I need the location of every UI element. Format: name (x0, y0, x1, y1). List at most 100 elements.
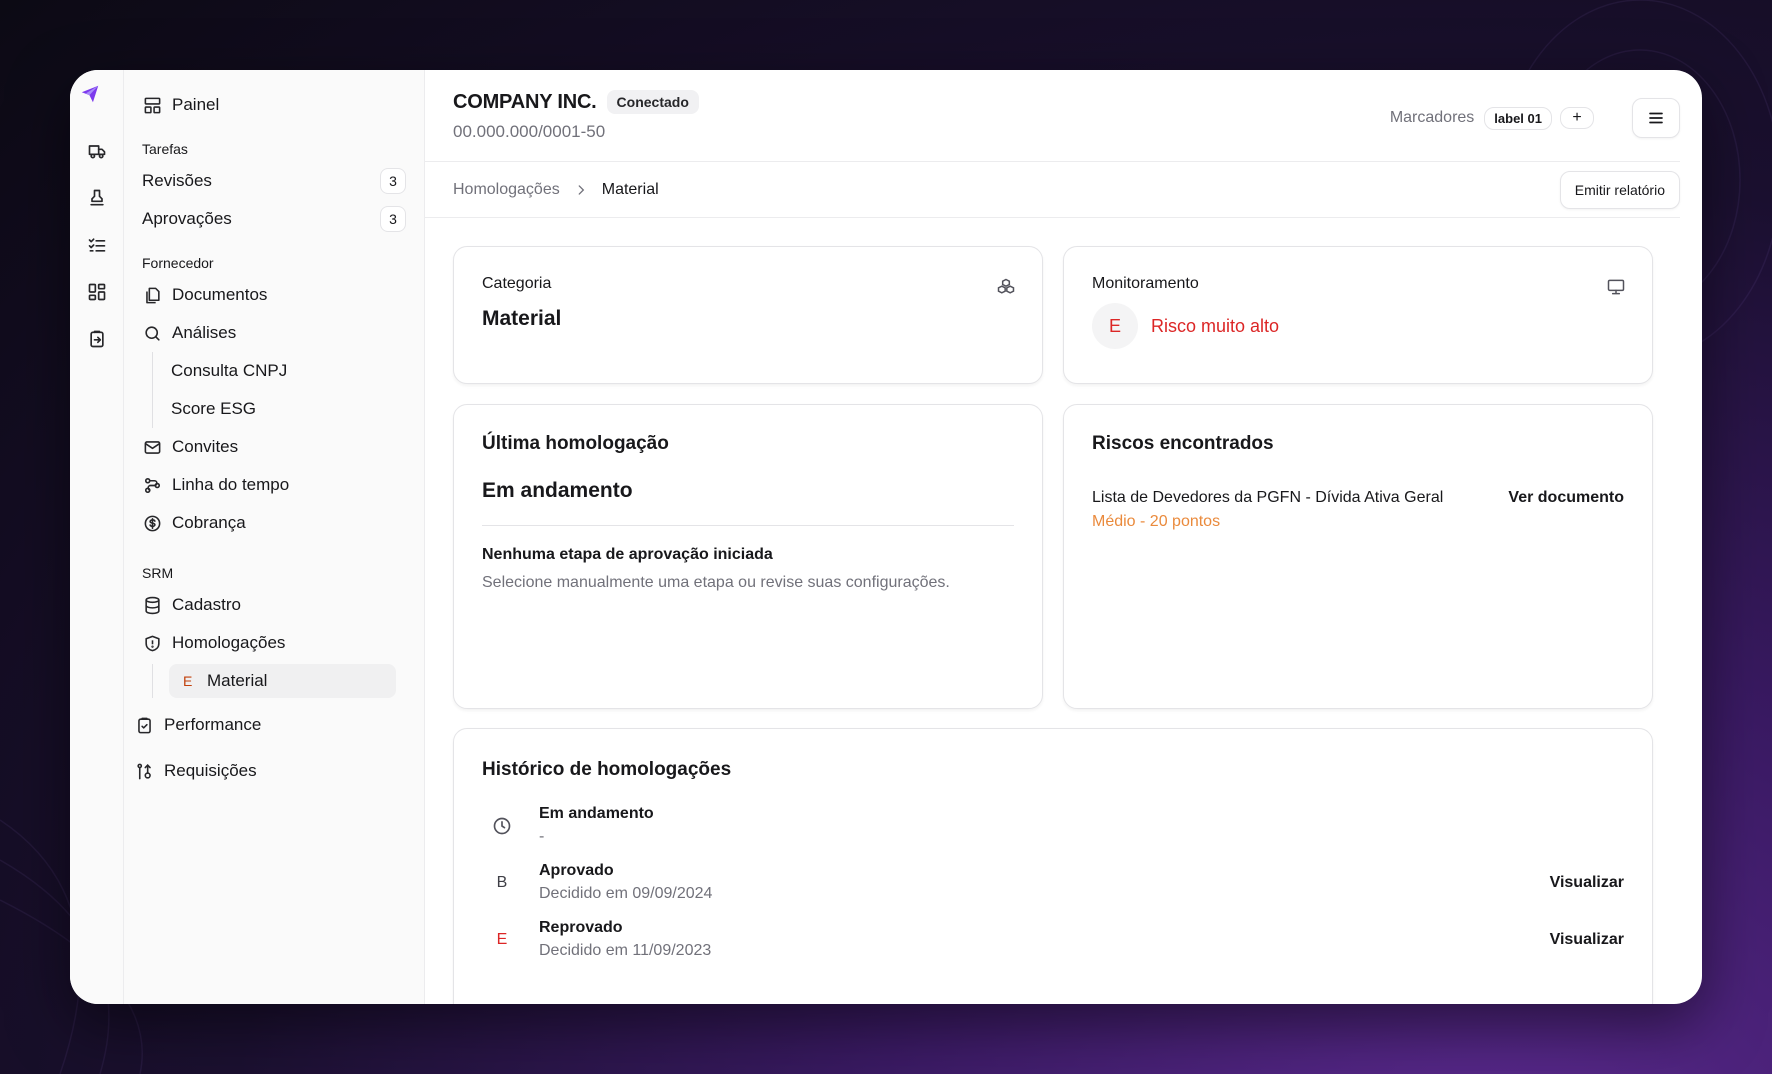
nav-consulta-cnpj[interactable]: Consulta CNPJ (171, 352, 406, 390)
revisoes-count-badge: 3 (380, 168, 406, 194)
search-icon (142, 323, 162, 343)
blocks-icon (996, 277, 1016, 302)
clock-icon (482, 816, 522, 836)
nav-painel[interactable]: Painel (142, 86, 406, 124)
risk-level-text: Risco muito alto (1151, 315, 1280, 336)
nav-requisicoes-label: Requisições (164, 761, 257, 780)
homologacoes-subgroup: E Material (152, 664, 406, 698)
mail-icon (142, 437, 162, 457)
nav-performance[interactable]: Performance (134, 702, 406, 748)
category-label: Categoria (482, 275, 552, 292)
menu-icon (1649, 112, 1663, 124)
nav-aprovacoes-label: Aprovações (142, 209, 232, 228)
nav-aprovacoes[interactable]: Aprovações 3 (142, 200, 406, 238)
view-button[interactable]: Visualizar (1550, 931, 1624, 949)
nav-requisicoes[interactable]: Requisições (134, 748, 406, 794)
sidebar: Painel Tarefas Revisões 3 Aprovações 3 F… (124, 70, 425, 1004)
category-value: Material (482, 307, 562, 330)
send-logo-icon[interactable] (80, 84, 114, 118)
history-row: B Aprovado Decidido em 09/09/2024 Visual… (482, 854, 1624, 911)
risks-card: Riscos encontrados Lista de Devedores da… (1063, 404, 1653, 709)
shield-icon (142, 633, 162, 653)
emit-report-button[interactable]: Emitir relatório (1559, 171, 1680, 209)
nav-convites-label: Convites (172, 437, 239, 456)
markers-label: Marcadores (1389, 109, 1475, 126)
section-tarefas: Tarefas (142, 141, 188, 157)
nav-cadastro[interactable]: Cadastro (142, 586, 406, 624)
nav-homologacoes[interactable]: Homologações (142, 624, 406, 662)
monitoring-label: Monitoramento (1092, 275, 1199, 292)
truck-icon[interactable] (84, 138, 110, 164)
stamp-icon[interactable] (84, 185, 110, 211)
material-grade-badge: E (183, 673, 193, 689)
nav-revisoes[interactable]: Revisões 3 (142, 162, 406, 200)
risk-row: E Risco muito alto (1092, 303, 1624, 349)
database-icon (142, 595, 162, 615)
nav-linha-tempo-label: Linha do tempo (172, 475, 290, 494)
dollar-icon (142, 513, 162, 533)
requisition-icon (134, 761, 154, 781)
breadcrumb-current: Material (601, 180, 659, 198)
header-actions: Marcadores label 01 + (1390, 98, 1680, 138)
breadcrumb-parent[interactable]: Homologações (453, 181, 560, 199)
nav-cadastro-label: Cadastro (172, 595, 241, 614)
aprovacoes-count-badge: 3 (380, 206, 406, 232)
nav-documentos-label: Documentos (172, 285, 268, 304)
last-approval-title: Última homologação (482, 433, 669, 454)
history-row-sub: Decidido em 09/09/2024 (539, 885, 713, 902)
nav-documentos[interactable]: Documentos (142, 276, 406, 314)
nav-revisoes-label: Revisões (142, 171, 212, 190)
history-row-title: Aprovado (539, 862, 614, 879)
clipboard-icon[interactable] (84, 326, 110, 352)
divider (482, 525, 1014, 526)
category-card: Categoria Material (453, 246, 1043, 384)
history-grade-badge: B (496, 873, 508, 891)
history-row: E Reprovado Decidido em 11/09/2023 Visua… (482, 911, 1624, 968)
main-area: COMPANY INC. Conectado 00.000.000/0001-5… (425, 70, 1702, 1004)
view-button[interactable]: Visualizar (1550, 874, 1624, 892)
add-marker-button[interactable]: + (1560, 107, 1594, 129)
history-row-sub: Decidido em 11/09/2023 (539, 942, 712, 959)
content: Categoria Material Monitoramento E Risco… (425, 218, 1702, 1004)
checklist-icon[interactable] (84, 232, 110, 258)
nav-material-label: Material (207, 671, 268, 690)
nav-material-active[interactable]: E Material (169, 664, 396, 698)
risk-item-name: Lista de Devedores da PGFN - Dívida Ativ… (1092, 489, 1444, 506)
nav-analises[interactable]: Análises (142, 314, 406, 352)
clipboard-check-icon (134, 715, 154, 735)
nav-score-esg[interactable]: Score ESG (171, 390, 406, 428)
risk-item-score: Médio - 20 pontos (1092, 513, 1221, 530)
last-approval-subtitle: Nenhuma etapa de aprovação iniciada (482, 546, 773, 563)
history-row-sub: - (539, 828, 545, 845)
layout-icon (142, 95, 162, 115)
timeline-icon (142, 475, 162, 495)
last-approval-status: Em andamento (482, 479, 633, 502)
section-fornecedor: Fornecedor (142, 255, 214, 271)
history-title: Histórico de homologações (482, 759, 732, 780)
monitor-icon (1606, 277, 1626, 302)
history-row-title: Em andamento (539, 805, 654, 822)
grid-icon[interactable] (84, 279, 110, 305)
history-row: Em andamento - (482, 797, 1624, 854)
risks-title: Riscos encontrados (1092, 433, 1274, 454)
nav-convites[interactable]: Convites (142, 428, 406, 466)
view-document-link[interactable]: Ver documento (1508, 489, 1624, 531)
section-srm: SRM (142, 565, 174, 581)
history-card: Histórico de homologações Em andamento -… (453, 728, 1653, 1004)
last-approval-card: Última homologação Em andamento Nenhuma … (453, 404, 1043, 709)
icon-rail (70, 70, 124, 1004)
files-icon (142, 285, 162, 305)
history-grade-badge: E (496, 930, 508, 948)
menu-button[interactable] (1632, 98, 1680, 138)
analises-subgroup: Consulta CNPJ Score ESG (152, 352, 406, 428)
nav-homologacoes-label: Homologações (172, 633, 286, 652)
nav-painel-label: Painel (172, 95, 220, 114)
marker-chip[interactable]: label 01 (1484, 106, 1552, 130)
header: COMPANY INC. Conectado 00.000.000/0001-5… (425, 70, 1680, 162)
chevron-right-icon (574, 183, 588, 197)
nav-cobranca[interactable]: Cobrança (142, 504, 406, 542)
status-badge: Conectado (606, 90, 699, 114)
nav-linha-tempo[interactable]: Linha do tempo (142, 466, 406, 504)
monitoring-card: Monitoramento E Risco muito alto (1063, 246, 1653, 384)
nav-performance-label: Performance (164, 715, 262, 734)
